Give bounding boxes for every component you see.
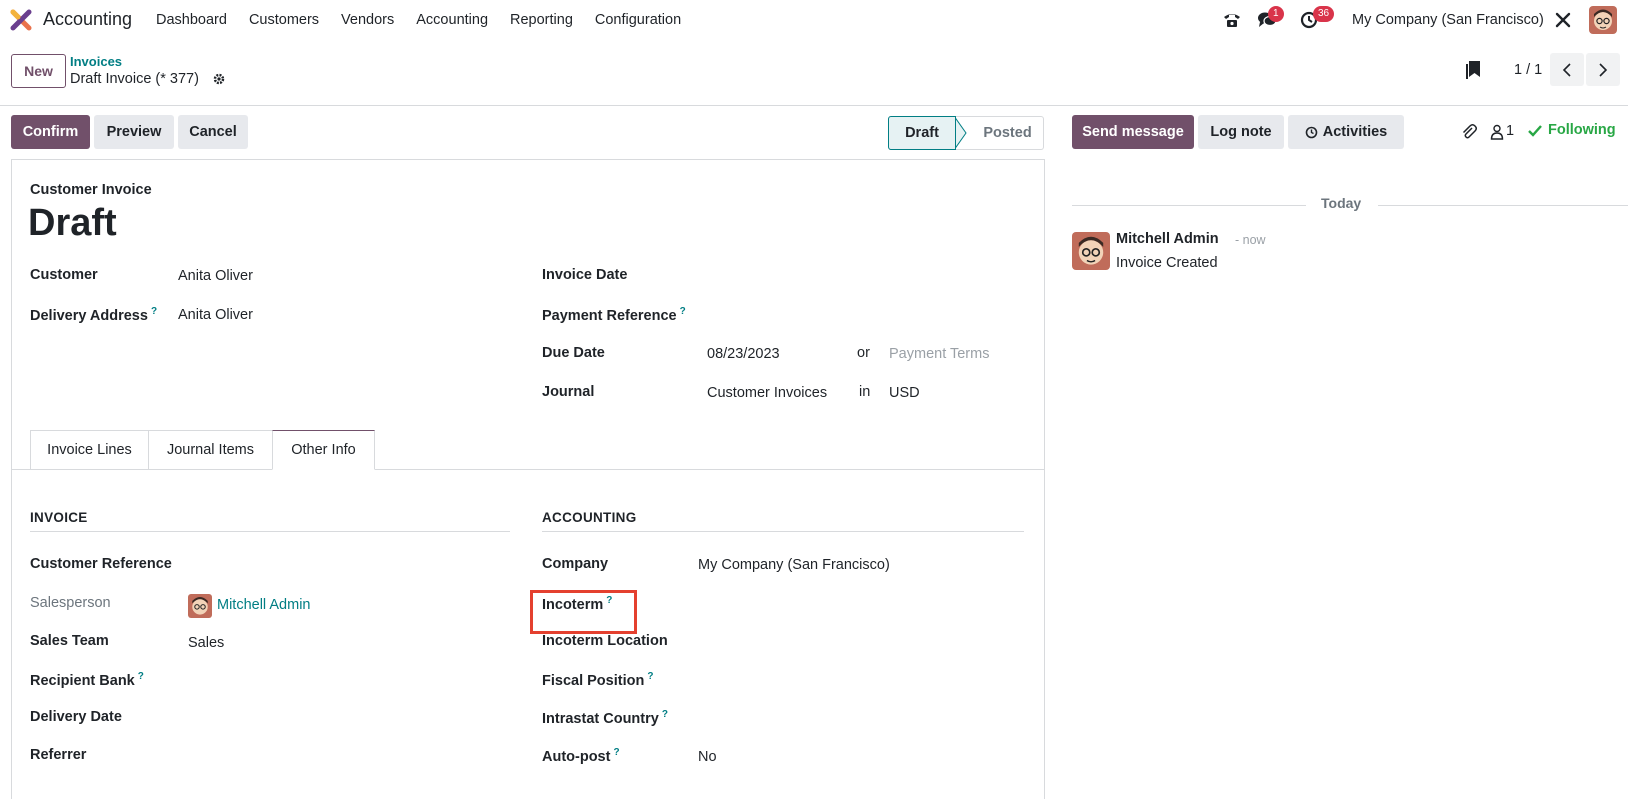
check-icon	[1528, 125, 1542, 137]
message-body: Invoice Created	[1116, 255, 1218, 271]
salesperson-field[interactable]: Mitchell Admin	[217, 597, 310, 613]
bookmark-icon[interactable]	[1465, 60, 1481, 80]
currency-field[interactable]: USD	[889, 385, 920, 401]
or-text: or	[857, 345, 870, 361]
separator-line-right	[1378, 205, 1628, 206]
phone-icon[interactable]	[1222, 11, 1242, 29]
chatter-panel: Send message Log note Activities 1 Follo…	[1072, 115, 1628, 789]
main-menu: Dashboard Customers Vendors Accounting R…	[156, 12, 703, 28]
pager-next-button[interactable]	[1586, 53, 1620, 86]
intrastat-country-label: Intrastat Country?	[542, 709, 668, 727]
follower-person-icon[interactable]	[1490, 124, 1504, 140]
accounting-app-icon[interactable]	[10, 9, 32, 31]
menu-reporting[interactable]: Reporting	[510, 12, 573, 28]
customer-label: Customer	[30, 267, 98, 283]
send-message-button[interactable]: Send message	[1072, 115, 1194, 149]
menu-accounting[interactable]: Accounting	[416, 12, 488, 28]
journal-label: Journal	[542, 384, 595, 400]
separator-line-left	[1072, 205, 1306, 206]
control-panel: New Invoices Draft Invoice (* 377) 1 / 1	[0, 40, 1628, 106]
sales-team-label: Sales Team	[30, 633, 109, 649]
activities-label: Activities	[1322, 124, 1388, 140]
gear-icon[interactable]	[213, 73, 225, 85]
breadcrumb-invoices[interactable]: Invoices	[70, 54, 122, 69]
chevron-right-icon	[1599, 62, 1608, 77]
status-draft[interactable]: Draft	[888, 116, 956, 150]
payment-reference-label: Payment Reference?	[542, 306, 686, 324]
document-title: Draft	[28, 202, 117, 244]
menu-customers[interactable]: Customers	[249, 12, 319, 28]
menu-vendors[interactable]: Vendors	[341, 12, 394, 28]
preview-button[interactable]: Preview	[94, 115, 174, 149]
document-type: Customer Invoice	[30, 182, 152, 198]
following-button[interactable]: Following	[1548, 122, 1616, 138]
auto-post-field[interactable]: No	[698, 749, 717, 765]
in-text: in	[859, 384, 871, 400]
message-author-avatar[interactable]	[1072, 232, 1110, 270]
recipient-bank-label: Recipient Bank?	[30, 671, 144, 689]
activities-button[interactable]: Activities	[1288, 115, 1404, 149]
activities-badge: 36	[1313, 6, 1335, 22]
due-date-label: Due Date	[542, 345, 605, 361]
accounting-section-line	[542, 531, 1024, 532]
invoice-section-line	[30, 531, 510, 532]
company-field[interactable]: My Company (San Francisco)	[698, 557, 890, 573]
sales-team-field[interactable]: Sales	[188, 635, 224, 651]
salesperson-label: Salesperson	[30, 595, 111, 611]
tab-journal-items[interactable]: Journal Items	[148, 430, 273, 470]
invoice-form-sheet: Customer Invoice Draft Customer Anita Ol…	[11, 159, 1045, 799]
new-button[interactable]: New	[11, 54, 66, 88]
breadcrumb-current: Draft Invoice (* 377)	[70, 71, 199, 87]
clock-icon	[1305, 126, 1318, 138]
tab-other-info[interactable]: Other Info	[272, 430, 375, 470]
messages-badge: 1	[1268, 6, 1284, 22]
accounting-section-title: ACCOUNTING	[542, 510, 637, 525]
status-arrow	[954, 116, 967, 150]
invoice-date-label: Invoice Date	[542, 267, 628, 283]
cancel-button[interactable]: Cancel	[178, 115, 248, 149]
menu-configuration[interactable]: Configuration	[595, 12, 681, 28]
auto-post-label: Auto-post?	[542, 747, 620, 765]
due-date-field[interactable]: 08/23/2023	[707, 346, 780, 362]
company-switcher[interactable]: My Company (San Francisco)	[1352, 12, 1544, 28]
confirm-button[interactable]: Confirm	[11, 115, 90, 149]
payment-terms-field[interactable]: Payment Terms	[889, 346, 989, 362]
delivery-address-label: Delivery Address?	[30, 306, 158, 324]
fiscal-position-label: Fiscal Position?	[542, 671, 654, 689]
tab-invoice-lines[interactable]: Invoice Lines	[30, 430, 149, 470]
date-separator-label: Today	[1321, 195, 1362, 211]
pager-previous-button[interactable]	[1550, 53, 1584, 86]
incoterm-location-label: Incoterm Location	[542, 633, 668, 649]
message-time: - now	[1235, 233, 1266, 247]
chevron-left-icon	[1562, 62, 1571, 77]
invoice-section-title: INVOICE	[30, 510, 88, 525]
followers-count[interactable]: 1	[1506, 123, 1514, 139]
menu-dashboard[interactable]: Dashboard	[156, 12, 227, 28]
message-author[interactable]: Mitchell Admin	[1116, 231, 1219, 247]
user-avatar[interactable]	[1589, 6, 1617, 34]
paperclip-icon[interactable]	[1460, 123, 1478, 141]
status-bar: Posted Draft	[888, 116, 1044, 150]
delivery-address-field[interactable]: Anita Oliver	[178, 307, 253, 323]
date-separator: Today	[1072, 195, 1628, 215]
company-label: Company	[542, 556, 609, 572]
top-navbar: Accounting Dashboard Customers Vendors A…	[0, 0, 1628, 40]
customer-reference-label: Customer Reference	[30, 556, 172, 572]
referrer-label: Referrer	[30, 747, 87, 763]
salesperson-avatar	[188, 594, 212, 618]
journal-field[interactable]: Customer Invoices	[707, 385, 827, 401]
log-note-button[interactable]: Log note	[1198, 115, 1284, 149]
debug-tools-icon[interactable]	[1554, 11, 1572, 29]
pager-value[interactable]: 1 / 1	[1514, 62, 1542, 78]
app-name[interactable]: Accounting	[43, 9, 132, 30]
customer-field[interactable]: Anita Oliver	[178, 268, 253, 284]
incoterm-highlight	[530, 590, 637, 634]
delivery-date-label: Delivery Date	[30, 709, 122, 725]
